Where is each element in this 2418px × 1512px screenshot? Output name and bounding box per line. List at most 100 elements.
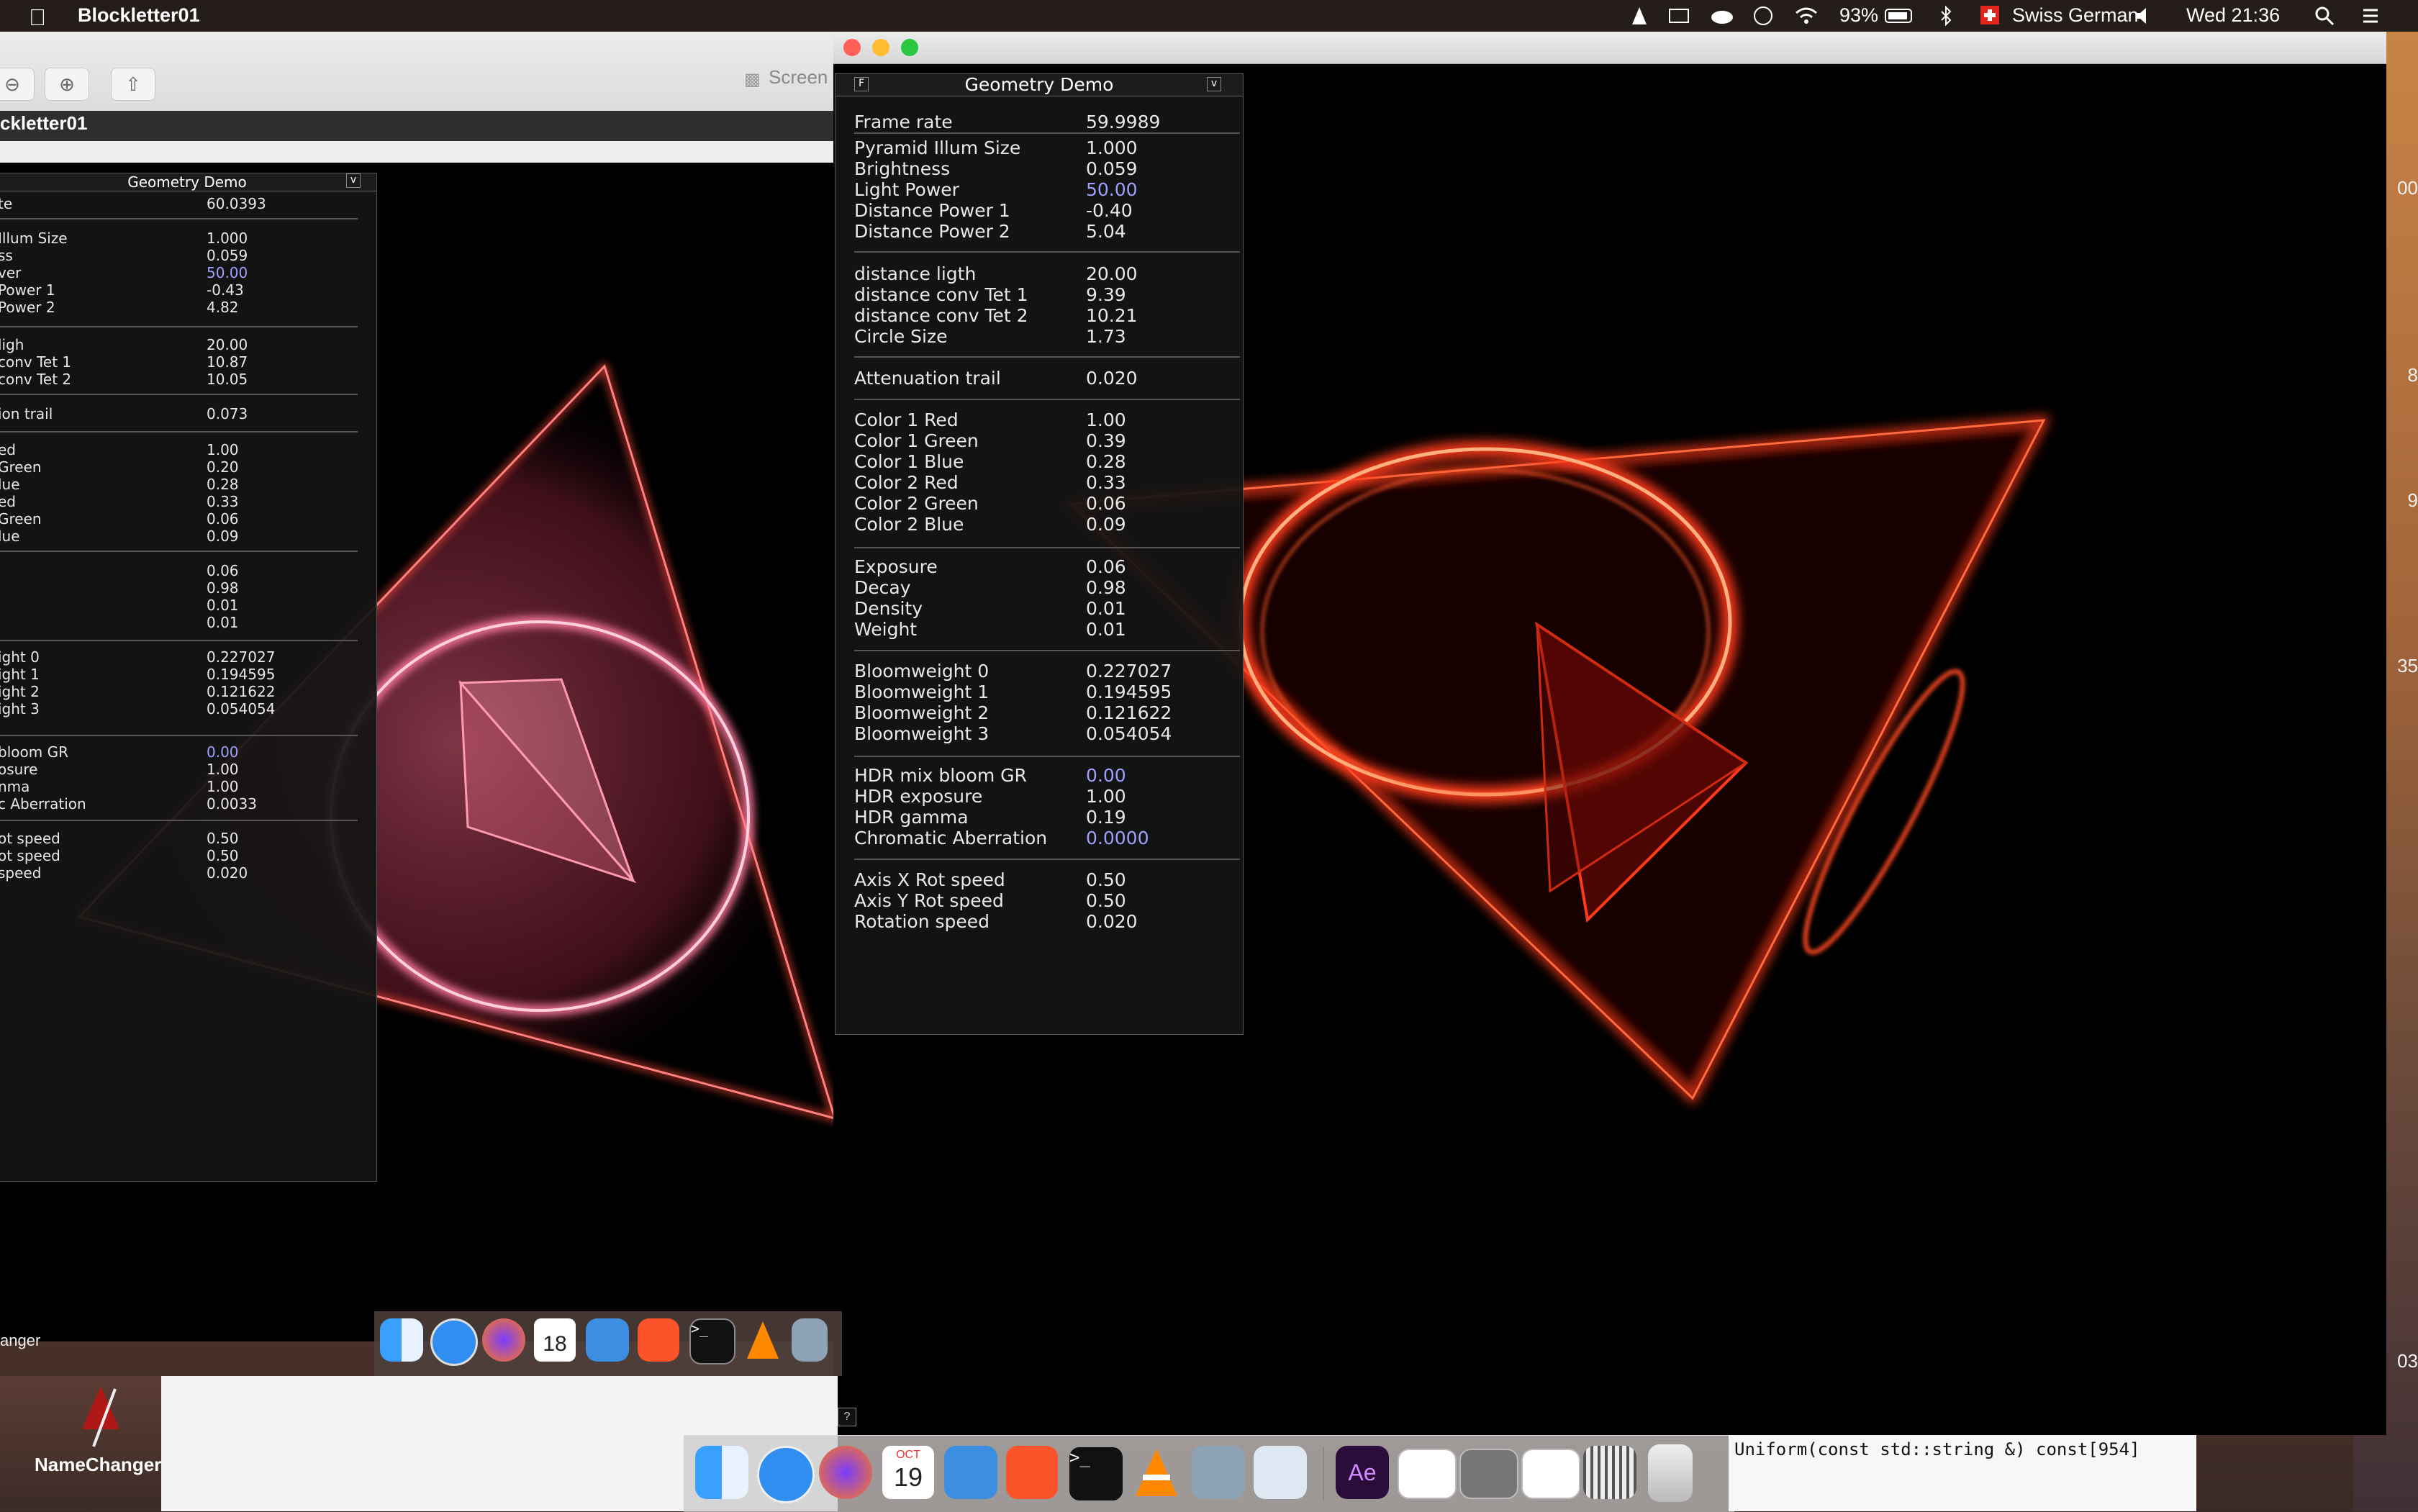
xcode-icon[interactable] bbox=[944, 1446, 997, 1499]
vlc-icon[interactable] bbox=[1130, 1446, 1183, 1499]
panel-row-value[interactable]: 0.06 bbox=[1086, 493, 1126, 514]
zoom-in-button[interactable]: ⊕ bbox=[45, 68, 89, 101]
brave-icon[interactable] bbox=[1006, 1446, 1058, 1499]
panel-f-icon[interactable]: F bbox=[854, 77, 869, 91]
panel-row-value[interactable]: 20.00 bbox=[1086, 263, 1138, 284]
firefox-icon[interactable] bbox=[819, 1446, 872, 1499]
panel-row-value[interactable]: 0.194595 bbox=[207, 666, 275, 683]
namechanger-desktop-item[interactable] bbox=[0, 1376, 161, 1511]
trash-icon[interactable] bbox=[1648, 1444, 1693, 1502]
panel-row-value[interactable]: 0.50 bbox=[1086, 869, 1126, 890]
battery-icon[interactable] bbox=[1884, 6, 1912, 26]
left-geometry-panel[interactable]: Geometry Demo v te 60.0393 Illum Size 1.000… bbox=[0, 173, 377, 1182]
right-panel-header[interactable]: F Geometry Demo v bbox=[836, 74, 1243, 96]
help-icon[interactable]: ? bbox=[838, 1408, 856, 1426]
app-name-menu[interactable]: Blockletter01 bbox=[78, 4, 200, 27]
panel-row-value[interactable]: 0.09 bbox=[207, 528, 239, 545]
zoom-button[interactable] bbox=[901, 39, 918, 56]
panel-row-value[interactable]: 0.39 bbox=[1086, 430, 1126, 451]
share-button[interactable]: ⇧ bbox=[111, 68, 155, 101]
terminal-icon[interactable]: >_ bbox=[689, 1318, 735, 1364]
panel-row-value[interactable]: 0.121622 bbox=[207, 683, 275, 700]
panel-row-value[interactable]: 1.00 bbox=[207, 778, 239, 795]
calendar-icon[interactable]: OCT 19 bbox=[882, 1446, 934, 1499]
safari-icon[interactable] bbox=[757, 1446, 815, 1503]
swiss-flag-icon[interactable] bbox=[1980, 6, 2002, 26]
panel-row-value[interactable]: 0.50 bbox=[207, 847, 239, 864]
panel-row-value[interactable]: 0.0000 bbox=[1086, 828, 1149, 848]
left-panel-header[interactable]: Geometry Demo v bbox=[0, 173, 376, 191]
display-menu-icon[interactable] bbox=[1668, 6, 1690, 26]
panel-row-value[interactable]: 0.227027 bbox=[1086, 661, 1172, 682]
panel-row-value[interactable]: 10.21 bbox=[1086, 305, 1138, 326]
firefox-icon[interactable] bbox=[482, 1318, 525, 1362]
cloud-icon[interactable] bbox=[1710, 6, 1733, 26]
close-button[interactable] bbox=[843, 39, 861, 56]
panel-row-value[interactable]: 1.73 bbox=[1086, 326, 1126, 347]
panel-row-value[interactable]: 0.054054 bbox=[207, 700, 275, 717]
panel-row-value[interactable]: 1.000 bbox=[207, 230, 248, 247]
panel-row-value[interactable]: 0.0033 bbox=[207, 795, 257, 812]
safari-icon[interactable] bbox=[430, 1318, 478, 1366]
panel-row-value[interactable]: 0.059 bbox=[1086, 158, 1138, 179]
clock[interactable]: Wed 21:36 bbox=[2186, 4, 2280, 27]
panel-row-value[interactable]: 1.000 bbox=[1086, 137, 1138, 158]
preview-icon[interactable] bbox=[792, 1318, 828, 1362]
document-thumbnail-1[interactable] bbox=[1398, 1449, 1457, 1499]
accessibility-icon[interactable] bbox=[1753, 6, 1775, 26]
right-geometry-panel[interactable]: F Geometry Demo v Frame rate 59.9989 Pyram… bbox=[835, 73, 1244, 1035]
panel-row-value[interactable]: 0.01 bbox=[207, 597, 239, 614]
panel-row-value[interactable]: 5.04 bbox=[1086, 221, 1126, 242]
panel-row-value[interactable]: 1.00 bbox=[207, 761, 239, 778]
launchpad-icon[interactable] bbox=[1583, 1446, 1636, 1499]
panel-row-value[interactable]: 0.33 bbox=[1086, 472, 1126, 493]
panel-row-value[interactable]: 0.00 bbox=[1086, 765, 1126, 786]
panel-row-value[interactable]: 0.059 bbox=[207, 247, 248, 264]
document-thumbnail-2[interactable] bbox=[1459, 1449, 1518, 1499]
panel-row-value[interactable]: 0.50 bbox=[1086, 890, 1126, 911]
panel-row-value[interactable]: 0.50 bbox=[207, 830, 239, 847]
panel-row-value[interactable]: 0.054054 bbox=[1086, 723, 1172, 744]
terminal-icon[interactable]: >_ bbox=[1068, 1446, 1124, 1502]
panel-row-value[interactable]: 0.01 bbox=[1086, 598, 1126, 619]
zoom-out-button[interactable]: ⊖ bbox=[0, 68, 35, 101]
finder-icon[interactable] bbox=[695, 1446, 748, 1499]
namechanger-icon[interactable] bbox=[72, 1382, 130, 1454]
panel-row-value[interactable]: 0.33 bbox=[207, 493, 239, 510]
panel-row-value[interactable]: 0.01 bbox=[1086, 619, 1126, 640]
panel-row-value[interactable]: 0.98 bbox=[1086, 577, 1126, 598]
panel-row-value[interactable]: -0.40 bbox=[1086, 200, 1133, 221]
panel-row-value[interactable]: 20.00 bbox=[207, 336, 248, 353]
panel-row-value[interactable]: 50.00 bbox=[1086, 179, 1138, 200]
wifi-icon[interactable] bbox=[1795, 6, 1817, 26]
bluetooth-icon[interactable] bbox=[1939, 5, 1960, 27]
panel-row-value[interactable]: 1.00 bbox=[207, 441, 239, 458]
panel-row-value[interactable]: 0.28 bbox=[207, 476, 239, 493]
panel-row-value[interactable]: -0.43 bbox=[207, 281, 244, 299]
panel-row-value[interactable]: 0.121622 bbox=[1086, 702, 1172, 723]
panel-row-value[interactable]: 10.05 bbox=[207, 371, 248, 388]
panel-row-value[interactable]: 0.06 bbox=[1086, 556, 1126, 577]
after-effects-icon[interactable]: Ae bbox=[1336, 1446, 1389, 1499]
vlc-menu-icon[interactable] bbox=[1629, 6, 1651, 26]
panel-row-value[interactable]: 0.01 bbox=[207, 614, 239, 631]
volume-icon[interactable] bbox=[2134, 6, 2156, 26]
spotlight-search-icon[interactable] bbox=[2314, 6, 2336, 26]
panel-row-value[interactable]: 0.00 bbox=[207, 743, 239, 761]
panel-row-value[interactable]: 9.39 bbox=[1086, 284, 1126, 305]
collapse-icon[interactable]: v bbox=[346, 173, 361, 188]
panel-row-value[interactable]: 4.82 bbox=[207, 299, 239, 316]
calendar-icon[interactable]: 18 bbox=[534, 1318, 576, 1362]
preview-icon[interactable] bbox=[1192, 1446, 1245, 1499]
notification-center-icon[interactable] bbox=[2358, 6, 2379, 26]
panel-row-value[interactable]: 1.00 bbox=[1086, 409, 1126, 430]
panel-row-value[interactable]: 0.98 bbox=[207, 579, 239, 597]
panel-row-value[interactable]: 0.06 bbox=[207, 562, 239, 579]
panel-row-value[interactable]: 0.06 bbox=[207, 510, 239, 528]
panel-row-value[interactable]: 1.00 bbox=[1086, 786, 1126, 807]
finder-icon[interactable] bbox=[380, 1318, 423, 1362]
xcode-icon[interactable] bbox=[586, 1318, 629, 1362]
input-source[interactable]: Swiss German bbox=[2012, 4, 2139, 27]
panel-row-value[interactable]: 10.87 bbox=[207, 353, 248, 371]
panel-row-value[interactable]: 50.00 bbox=[207, 264, 248, 281]
